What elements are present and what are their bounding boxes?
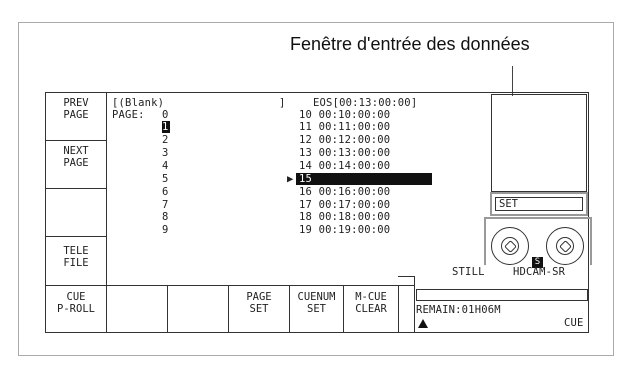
prev-page-label-2: PAGE <box>63 109 89 121</box>
cue-num: 13 <box>299 147 313 159</box>
page-set-label-2: SET <box>249 303 269 315</box>
cue-num: 16 <box>299 186 313 198</box>
page-item-0[interactable]: 0 <box>162 109 169 121</box>
cue-num: 15 <box>299 173 313 185</box>
page-item-8[interactable]: 8 <box>162 211 169 223</box>
tape-format: HDCAM-SR <box>513 266 566 278</box>
data-entry-window-callout: Fenêtre d'entrée des données <box>290 34 530 54</box>
side-key-separator <box>46 140 106 141</box>
cuenum-set-label-2: SET <box>307 303 326 315</box>
cue-num: 11 <box>299 121 313 133</box>
cue-row-17[interactable]: 17 00:17:00:00 <box>299 199 390 211</box>
cue-cursor-icon: ▶ <box>287 173 294 185</box>
set-input-field[interactable]: SET <box>495 197 583 211</box>
m-cue-clear-label-2: CLEAR <box>355 303 387 315</box>
cue-row-13[interactable]: 13 00:13:00:00 <box>299 147 390 159</box>
bottom-key-separator <box>398 285 399 333</box>
eos-timecode: EOS[00:13:00:00] <box>313 97 418 109</box>
data-entry-window <box>491 94 587 192</box>
cue-p-roll-button[interactable]: CUE P-ROLL <box>46 285 106 331</box>
next-page-label-1: NEXT <box>63 145 89 157</box>
tape-status-panel: S <box>484 217 592 268</box>
cue-menu-screen: PREV PAGE NEXT PAGE TELE FILE CUE P-ROLL… <box>45 92 592 333</box>
cue-num: 18 <box>299 211 313 223</box>
cue-time: 00:13:00:00 <box>318 147 391 159</box>
warning-icon <box>418 319 428 328</box>
status-area: REMAIN:01H06M CUE <box>414 289 588 331</box>
blank-bottom-button-1[interactable] <box>107 285 167 331</box>
page-label: PAGE: <box>112 109 145 121</box>
cue-num: 19 <box>299 224 313 236</box>
cue-num: 10 <box>299 109 313 121</box>
cue-row-12[interactable]: 12 00:12:00:00 <box>299 134 390 146</box>
blank-side-button[interactable] <box>46 193 106 233</box>
page-item-6[interactable]: 6 <box>162 186 169 198</box>
cue-num: 14 <box>299 160 313 172</box>
cuenum-set-label-1: CUENUM <box>297 291 336 303</box>
cue-indicator: CUE <box>564 317 584 329</box>
still-status: STILL <box>452 266 485 278</box>
side-key-separator <box>46 236 106 237</box>
page-item-4[interactable]: 4 <box>162 160 169 172</box>
blank-bottom-button-2[interactable] <box>168 285 228 331</box>
prev-page-label-1: PREV <box>63 97 89 109</box>
cue-time: 00:19:00:00 <box>318 224 391 236</box>
tape-reel-right-icon <box>546 227 584 265</box>
reel-hub-icon <box>556 237 574 255</box>
reel-hub-icon <box>501 237 519 255</box>
cue-time: 00:11:00:00 <box>318 121 391 133</box>
cue-row-18[interactable]: 18 00:18:00:00 <box>299 211 390 223</box>
remain-time: REMAIN:01H06M <box>416 304 501 316</box>
cue-num: 17 <box>299 199 313 211</box>
cue-time: 00:16:00:00 <box>318 186 391 198</box>
next-page-label-2: PAGE <box>63 157 89 169</box>
next-page-button[interactable]: NEXT PAGE <box>46 145 106 169</box>
cue-p-roll-label-2: P-ROLL <box>57 303 95 315</box>
title-bracket: ] <box>279 97 286 109</box>
tele-file-label-2: FILE <box>63 257 89 269</box>
m-cue-clear-button[interactable]: M-CUE CLEAR <box>344 285 398 331</box>
cue-row-11[interactable]: 11 00:11:00:00 <box>299 121 390 133</box>
cue-row-19[interactable]: 19 00:19:00:00 <box>299 224 390 236</box>
side-keys-divider <box>106 93 107 285</box>
cue-row-14[interactable]: 14 00:14:00:00 <box>299 160 390 172</box>
page-item-1-selected[interactable]: 1 <box>162 121 170 133</box>
cue-time: 00:12:00:00 <box>318 134 391 146</box>
progress-bar <box>416 289 588 301</box>
status-divider-cap <box>398 276 415 277</box>
page-item-5[interactable]: 5 <box>162 173 169 185</box>
page-item-9[interactable]: 9 <box>162 224 169 236</box>
page-title: [(Blank) <box>112 97 165 109</box>
page-item-2[interactable]: 2 <box>162 134 169 146</box>
page-set-button[interactable]: PAGE SET <box>229 285 289 331</box>
cue-p-roll-label-1: CUE <box>66 291 86 303</box>
page-item-3[interactable]: 3 <box>162 147 169 159</box>
tele-file-button[interactable]: TELE FILE <box>46 245 106 269</box>
cue-time: 00:17:00:00 <box>318 199 391 211</box>
tape-reel-left-icon <box>491 227 529 265</box>
set-field-frame: SET <box>490 192 588 216</box>
prev-page-button[interactable]: PREV PAGE <box>46 97 106 121</box>
cue-num: 12 <box>299 134 313 146</box>
cuenum-set-button[interactable]: CUENUM SET <box>290 285 343 331</box>
page-set-label-1: PAGE <box>246 291 272 303</box>
cue-time: 00:10:00:00 <box>318 109 391 121</box>
cue-row-15-selected[interactable]: 15 <box>296 173 432 185</box>
page-item-7[interactable]: 7 <box>162 199 169 211</box>
cue-row-16[interactable]: 16 00:16:00:00 <box>299 186 390 198</box>
cue-row-10[interactable]: 10 00:10:00:00 <box>299 109 390 121</box>
m-cue-clear-label-1: M-CUE <box>355 291 387 303</box>
cue-time: 00:18:00:00 <box>318 211 391 223</box>
side-key-separator <box>46 188 106 189</box>
tele-file-label-1: TELE <box>63 245 89 257</box>
cue-time: 00:14:00:00 <box>318 160 391 172</box>
